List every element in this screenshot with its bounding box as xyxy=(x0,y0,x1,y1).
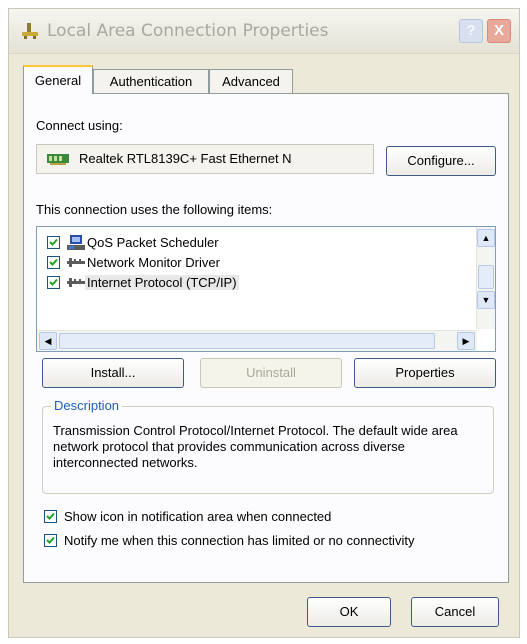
adapter-name: Realtek RTL8139C+ Fast Ethernet N xyxy=(79,151,292,166)
components-list[interactable]: QoS Packet Scheduler Network Monitor Dri… xyxy=(36,226,496,352)
show-icon-label: Show icon in notification area when conn… xyxy=(64,509,332,524)
general-tab-panel: Connect using: Realtek RTL8139C+ Fast Et… xyxy=(23,93,509,583)
tab-authentication[interactable]: Authentication xyxy=(93,69,209,93)
checkbox-box[interactable] xyxy=(44,534,57,547)
description-title: Description xyxy=(51,398,123,413)
scroll-down-icon[interactable]: ▼ xyxy=(477,291,495,309)
checkbox-box[interactable] xyxy=(44,510,57,523)
scroll-right-icon[interactable]: ▶ xyxy=(457,332,475,350)
item-checkbox[interactable] xyxy=(47,236,60,249)
tab-general[interactable]: General xyxy=(23,65,93,94)
properties-button[interactable]: Properties xyxy=(354,358,496,388)
network-adapter-icon xyxy=(47,154,69,165)
vertical-scroll-thumb[interactable] xyxy=(478,265,494,289)
list-item[interactable]: QoS Packet Scheduler xyxy=(37,233,477,253)
install-button[interactable]: Install... xyxy=(42,358,184,388)
uninstall-button: Uninstall xyxy=(200,358,342,388)
scroll-up-icon[interactable]: ▲ xyxy=(477,229,495,247)
items-label: This connection uses the following items… xyxy=(36,202,273,217)
horizontal-scrollbar[interactable]: ◀ ▶ xyxy=(37,330,477,351)
ok-button[interactable]: OK xyxy=(307,597,391,627)
description-group: Description Transmission Control Protoco… xyxy=(42,398,494,494)
protocol-icon xyxy=(67,258,85,267)
connect-using-label: Connect using: xyxy=(36,118,123,133)
item-label: Network Monitor Driver xyxy=(87,255,220,270)
notify-label: Notify me when this connection has limit… xyxy=(64,533,415,548)
description-text: Transmission Control Protocol/Internet P… xyxy=(53,423,458,470)
show-icon-checkbox[interactable]: Show icon in notification area when conn… xyxy=(44,508,464,526)
protocol-icon xyxy=(67,278,85,287)
vertical-scrollbar[interactable]: ▲ ▼ xyxy=(476,227,495,329)
item-label: Internet Protocol (TCP/IP) xyxy=(85,275,239,290)
list-item[interactable]: Network Monitor Driver xyxy=(37,253,477,273)
item-checkbox[interactable] xyxy=(47,256,60,269)
item-checkbox[interactable] xyxy=(47,276,60,289)
adapter-field: Realtek RTL8139C+ Fast Ethernet N xyxy=(36,144,374,174)
scheduler-icon xyxy=(67,235,85,250)
network-connection-icon xyxy=(22,23,38,39)
properties-window: Local Area Connection Properties ? X Gen… xyxy=(8,8,520,638)
tab-advanced[interactable]: Advanced xyxy=(209,69,293,93)
item-label: QoS Packet Scheduler xyxy=(87,235,219,250)
scroll-left-icon[interactable]: ◀ xyxy=(39,332,57,350)
help-button[interactable]: ? xyxy=(459,19,483,43)
configure-button[interactable]: Configure... xyxy=(386,146,496,176)
cancel-button[interactable]: Cancel xyxy=(411,597,499,627)
window-title: Local Area Connection Properties xyxy=(47,21,329,41)
notify-checkbox[interactable]: Notify me when this connection has limit… xyxy=(44,532,504,550)
close-button[interactable]: X xyxy=(487,19,511,43)
horizontal-scroll-thumb[interactable] xyxy=(59,333,435,349)
list-item-selected[interactable]: Internet Protocol (TCP/IP) xyxy=(37,273,477,293)
title-bar[interactable]: Local Area Connection Properties ? X xyxy=(9,9,519,54)
